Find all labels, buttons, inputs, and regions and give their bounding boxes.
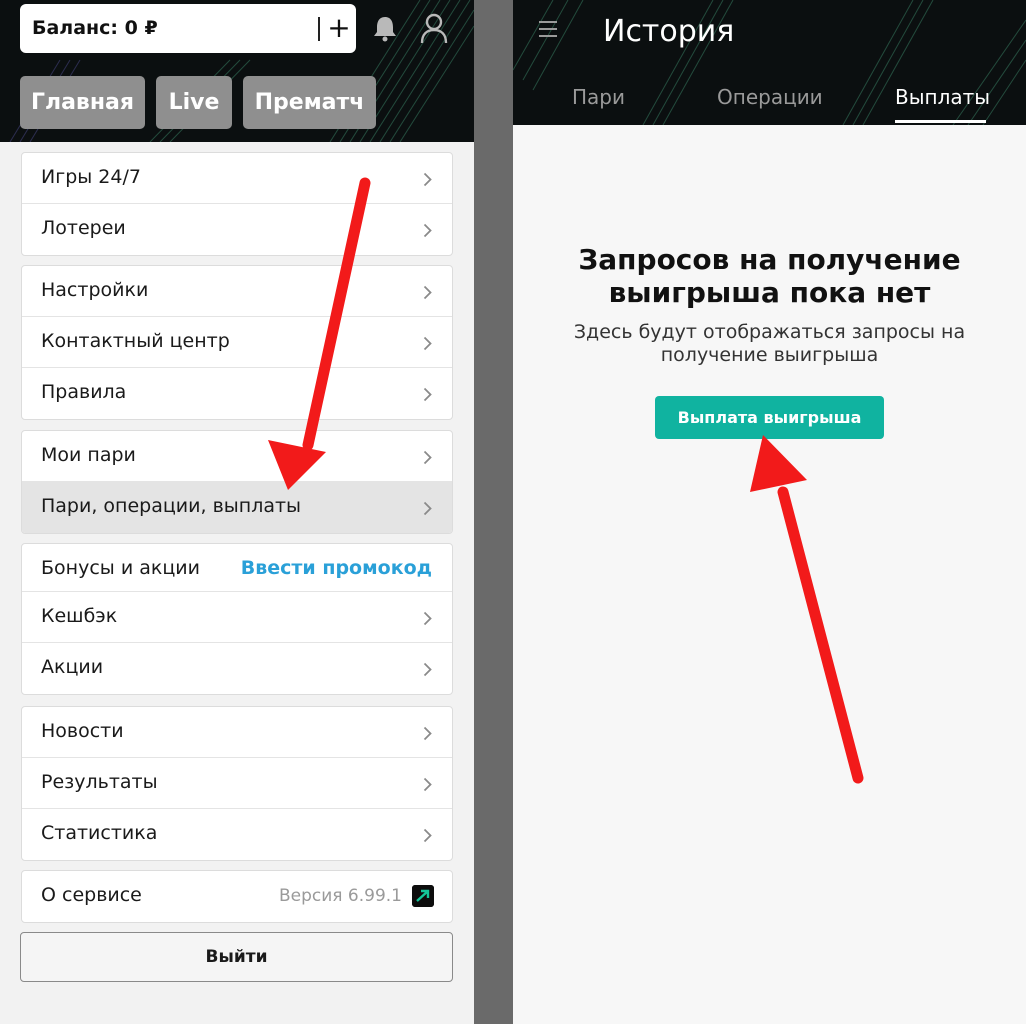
nav-prematch-button[interactable]: Прематч (243, 76, 376, 129)
menu-item-label: Контактный центр (41, 330, 230, 352)
active-tab-indicator (895, 120, 986, 123)
logout-button[interactable]: Выйти (20, 932, 453, 982)
menu-group-info: Новости Результаты Статистика (21, 706, 453, 861)
menu-item-label: Игры 24/7 (41, 166, 141, 188)
menu-item-label: Правила (41, 381, 127, 403)
menu-item-bets-operations-payouts[interactable]: Пари, операции, выплаты (22, 482, 452, 533)
add-funds-button[interactable]: + (327, 10, 351, 46)
menu-item-label: Лотереи (41, 217, 126, 239)
menu-group-settings: Настройки Контактный центр Правила (21, 265, 453, 420)
chevron-right-icon (423, 172, 432, 187)
menu-item-contact-center[interactable]: Контактный центр (22, 317, 452, 368)
menu-item-label: О сервисе (41, 884, 142, 906)
withdraw-winnings-button[interactable]: Выплата выигрыша (655, 396, 884, 439)
empty-state-title: Запросов на получение выигрыша пока нет (513, 243, 1026, 309)
nav-home-button[interactable]: Главная (20, 76, 145, 129)
menu-item-lotteries[interactable]: Лотереи (22, 204, 452, 255)
empty-state-title-line: выигрыша пока нет (608, 276, 931, 309)
chevron-right-icon (423, 611, 432, 626)
user-icon[interactable] (419, 12, 449, 44)
menu-item-label: Мои пари (41, 444, 136, 466)
chevron-right-icon (423, 662, 432, 677)
menu-item-news[interactable]: Новости (22, 707, 452, 758)
menu-item-label: Настройки (41, 279, 149, 301)
app-version: Версия 6.99.1 (278, 886, 402, 906)
menu-item-label: Новости (41, 720, 124, 742)
empty-state-description: Здесь будут отображаться запросы на полу… (513, 321, 1026, 367)
menu-item-results[interactable]: Результаты (22, 758, 452, 809)
menu-group-bonuses: Бонусы и акции Ввести промокод Кешбэк Ак… (21, 543, 453, 695)
menu-item-label: Акции (41, 656, 104, 678)
menu-item-label: Бонусы и акции (41, 557, 200, 579)
enter-promo-code-link[interactable]: Ввести промокод (241, 557, 432, 579)
chevron-right-icon (423, 726, 432, 741)
menu-group-games: Игры 24/7 Лотереи (21, 152, 453, 256)
menu-item-bonuses[interactable]: Бонусы и акции Ввести промокод (22, 544, 452, 592)
menu-item-settings[interactable]: Настройки (22, 266, 452, 317)
chevron-right-icon (423, 501, 432, 516)
chevron-right-icon (423, 777, 432, 792)
menu-group-bets: Мои пари Пари, операции, выплаты (21, 430, 453, 534)
menu-header: Баланс: 0 ₽ + Главная Live Прематч (0, 0, 474, 142)
chevron-right-icon (423, 828, 432, 843)
menu-item-about-service[interactable]: О сервисе Версия 6.99.1 (22, 871, 452, 922)
balance-divider (318, 17, 320, 41)
menu-item-label: Пари, операции, выплаты (41, 495, 302, 517)
chevron-right-icon (423, 387, 432, 402)
tab-payouts[interactable]: Выплаты (895, 85, 990, 109)
menu-item-label: Кешбэк (41, 605, 118, 627)
empty-state-description-line: Здесь будут отображаться запросы на (573, 321, 966, 343)
chevron-right-icon (423, 450, 432, 465)
chevron-right-icon (423, 223, 432, 238)
balance-amount: Баланс: 0 ₽ (32, 17, 158, 39)
menu-item-statistics[interactable]: Статистика (22, 809, 452, 860)
empty-state-description-line: получение выигрыша (660, 344, 879, 366)
menu-item-cashback[interactable]: Кешбэк (22, 592, 452, 643)
menu-item-my-bets[interactable]: Мои пари (22, 431, 452, 482)
app-logo-icon (412, 885, 434, 907)
menu-item-rules[interactable]: Правила (22, 368, 452, 419)
tab-bets[interactable]: Пари (572, 85, 625, 109)
menu-item-games-24-7[interactable]: Игры 24/7 (22, 153, 452, 204)
history-header: История Пари Операции Выплаты (513, 0, 1026, 125)
menu-group-about: О сервисе Версия 6.99.1 (21, 870, 453, 923)
tab-operations[interactable]: Операции (717, 85, 823, 109)
menu-icon[interactable] (539, 20, 559, 38)
bell-icon[interactable] (370, 14, 400, 42)
menu-item-promotions[interactable]: Акции (22, 643, 452, 694)
menu-item-label: Результаты (41, 771, 158, 793)
menu-item-label: Статистика (41, 822, 158, 844)
nav-live-button[interactable]: Live (156, 76, 232, 129)
chevron-right-icon (423, 285, 432, 300)
empty-state-title-line: Запросов на получение (578, 243, 961, 276)
page-title: История (603, 14, 735, 49)
chevron-right-icon (423, 336, 432, 351)
history-screen: История Пари Операции Выплаты Запросов н… (513, 0, 1026, 1024)
side-menu-panel: Баланс: 0 ₽ + Главная Live Прематч Игры … (0, 0, 474, 1024)
balance-box[interactable]: Баланс: 0 ₽ + (20, 4, 356, 53)
